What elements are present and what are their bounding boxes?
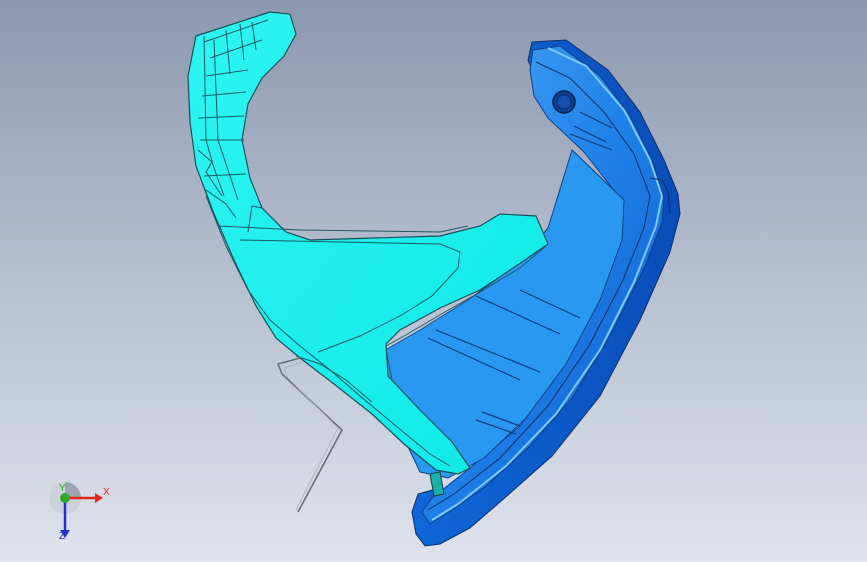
y-axis-label: Y (59, 483, 66, 494)
x-axis-label: X (103, 487, 110, 498)
graphics-viewport[interactable]: X Y Z (0, 0, 867, 562)
part-model[interactable] (0, 0, 867, 562)
axis-triad: X Y Z (40, 478, 120, 548)
z-axis-label: Z (59, 531, 66, 542)
